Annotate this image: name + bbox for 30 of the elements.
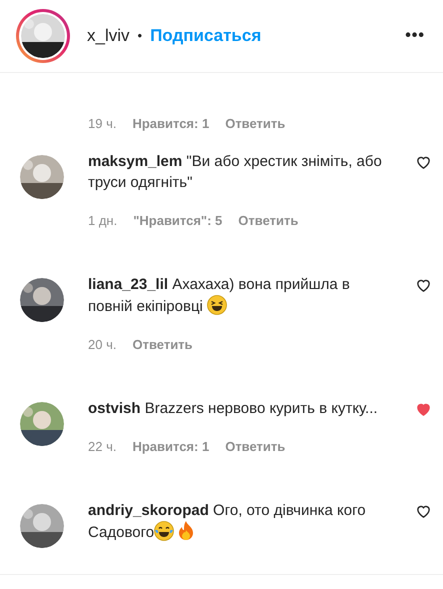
comment-text: ostvish Brazzers нервово курить в кутку... bbox=[88, 399, 379, 419]
username[interactable]: x_lviv bbox=[87, 23, 130, 49]
heart-icon[interactable] bbox=[416, 278, 431, 293]
comment-text: maksym_lem "Ви або хрестик зніміть, або труси одягніть" bbox=[88, 152, 383, 193]
likes-count[interactable]: Нравится: 1 bbox=[132, 438, 210, 456]
separator-dot: • bbox=[138, 27, 142, 46]
comment-time: 1 дн. bbox=[88, 212, 118, 230]
avatar[interactable] bbox=[20, 402, 64, 446]
comment-time: 20 ч. bbox=[88, 336, 116, 354]
comment-text: andriy_skoropad Ого, ото дівчинка кого Садового bbox=[88, 501, 367, 543]
heart-icon[interactable] bbox=[416, 504, 431, 519]
follow-button[interactable]: Подписаться bbox=[150, 23, 262, 49]
comment-time: 22 ч. bbox=[88, 438, 116, 456]
laughing-face-icon bbox=[206, 295, 227, 315]
fire-icon bbox=[178, 521, 194, 541]
avatar[interactable] bbox=[20, 278, 64, 322]
more-options-button[interactable]: ••• bbox=[405, 24, 425, 48]
story-ring[interactable] bbox=[16, 9, 70, 63]
avatar[interactable] bbox=[20, 155, 64, 199]
likes-count[interactable]: Нравится: 1 bbox=[132, 115, 210, 133]
comment-time: 19 ч. bbox=[88, 115, 116, 133]
likes-count[interactable]: "Нравится": 5 bbox=[133, 212, 222, 230]
heart-icon[interactable] bbox=[416, 155, 431, 170]
avatar[interactable] bbox=[20, 504, 64, 548]
reply-button[interactable]: Ответить bbox=[132, 336, 193, 354]
reply-button[interactable]: Ответить bbox=[225, 115, 286, 133]
comment-text: liana_23_lil Ахахаха) вона прийшла в повній екіпіровці bbox=[88, 275, 351, 317]
laughing-tears-icon bbox=[154, 521, 174, 541]
reply-button[interactable]: Ответить bbox=[238, 212, 298, 230]
reply-button[interactable]: Ответить bbox=[225, 438, 286, 456]
